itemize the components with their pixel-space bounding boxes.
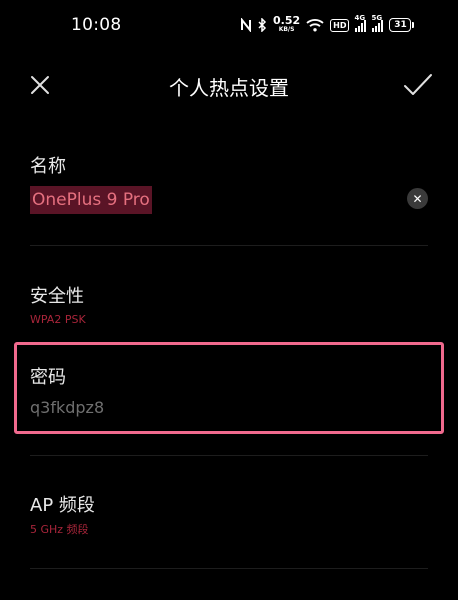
- page-title: 个人热点设置: [169, 76, 289, 100]
- signal-sim1-icon: 4G: [354, 14, 367, 32]
- divider: [30, 568, 428, 569]
- status-bar: 10:08 0.52 KB/S HD 4G 5G 31: [0, 0, 458, 50]
- status-time: 10:08: [71, 15, 122, 35]
- signal-sim2-icon: 5G: [371, 14, 384, 32]
- nfc-icon: [240, 18, 252, 32]
- hotspot-settings-screen: 10:08 0.52 KB/S HD 4G 5G 31 个人热点设置 名称 On…: [0, 0, 458, 600]
- status-icons: 0.52 KB/S HD 4G 5G 31: [240, 13, 415, 37]
- hd-icon: HD: [330, 18, 350, 32]
- confirm-button[interactable]: [403, 72, 433, 98]
- wifi-icon: [306, 18, 324, 32]
- password-input[interactable]: q3fkdpz8: [30, 398, 104, 417]
- sim1-network-label: 4G: [354, 14, 366, 22]
- password-highlight: [14, 342, 444, 434]
- clear-name-button[interactable]: ✕: [407, 188, 428, 209]
- bluetooth-icon: [258, 18, 267, 32]
- divider: [30, 245, 428, 246]
- network-speed-unit: KB/S: [278, 26, 295, 33]
- battery-level: 31: [394, 20, 407, 30]
- battery-icon: 31: [389, 18, 415, 32]
- name-input[interactable]: OnePlus 9 Pro: [30, 186, 152, 214]
- password-label: 密码: [30, 367, 66, 388]
- ap-band-row[interactable]: [14, 480, 438, 542]
- network-speed: 0.52 KB/S: [273, 14, 301, 34]
- check-icon: [404, 74, 432, 95]
- name-label: 名称: [30, 156, 66, 177]
- network-speed-value: 0.52: [273, 14, 301, 27]
- divider: [30, 455, 428, 456]
- security-row[interactable]: [14, 270, 438, 332]
- sim2-network-label: 5G: [371, 14, 383, 22]
- clear-icon: ✕: [412, 191, 423, 206]
